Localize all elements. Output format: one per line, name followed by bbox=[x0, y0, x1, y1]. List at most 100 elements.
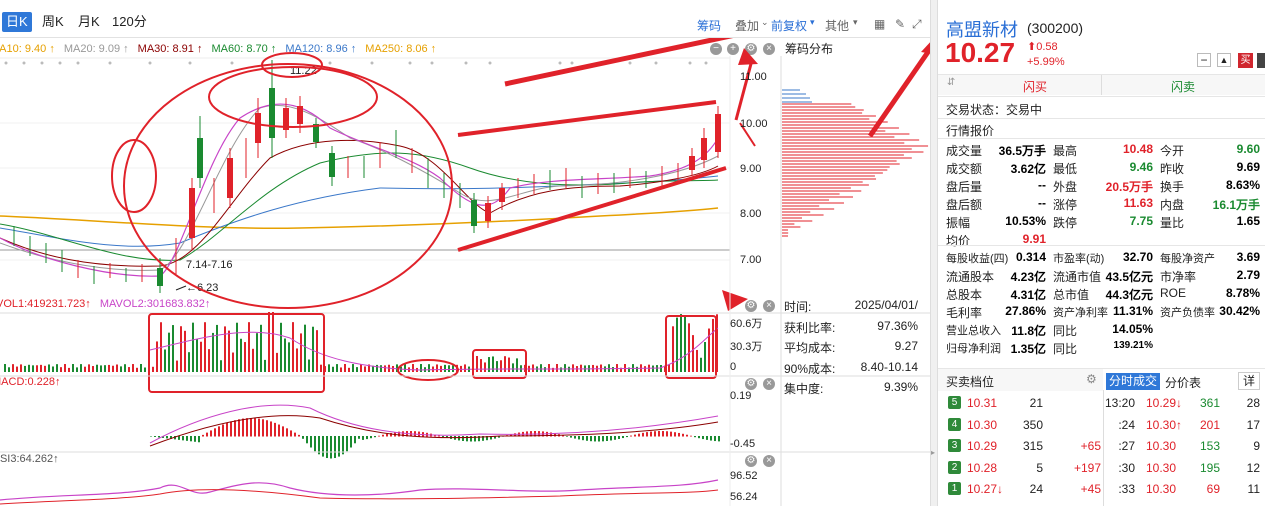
macd-bar bbox=[566, 436, 568, 437]
macd-bar bbox=[186, 436, 188, 441]
sell-button[interactable] bbox=[1257, 53, 1265, 68]
volume-bar bbox=[376, 364, 378, 372]
macd-bar bbox=[310, 436, 312, 448]
volume-bar bbox=[696, 349, 698, 372]
quote-value: 11.31% bbox=[1112, 304, 1153, 318]
close-icon[interactable]: × bbox=[763, 378, 775, 390]
macd-bar bbox=[274, 422, 276, 437]
macd-bar bbox=[698, 436, 700, 439]
minus-button[interactable]: − bbox=[1197, 53, 1211, 67]
settings-icon[interactable]: ⚙ bbox=[745, 378, 757, 390]
overlay-dropdown[interactable]: 叠加 bbox=[735, 17, 759, 34]
settings-icon[interactable]: ⚙ bbox=[1086, 372, 1097, 386]
book-price: 10.31 bbox=[967, 396, 998, 410]
quote-value: -- bbox=[1038, 196, 1046, 210]
book-volume: 5 bbox=[1036, 460, 1043, 475]
rsi-legend: RSI3:64.262↑ bbox=[0, 453, 59, 465]
quote-value: 8.78% bbox=[1225, 286, 1260, 300]
tab-1[interactable]: 周K bbox=[38, 12, 68, 32]
tick-time: 13:20 bbox=[1104, 396, 1135, 410]
volume-bar bbox=[20, 364, 22, 372]
tab-2[interactable]: 月K bbox=[74, 12, 104, 32]
settings-icon[interactable]: ⚙ bbox=[745, 300, 757, 312]
tick-row: :33 10.30 69 11 bbox=[1104, 480, 1265, 502]
macd-bar bbox=[246, 418, 248, 437]
volume-bar bbox=[272, 312, 274, 372]
close-icon[interactable]: × bbox=[763, 300, 775, 312]
price-change: ⬆0.58 bbox=[1027, 41, 1058, 53]
volume-bar bbox=[352, 364, 354, 372]
volume-bar bbox=[92, 366, 94, 372]
volume-bar bbox=[72, 364, 74, 372]
order-book-row[interactable]: 2 10.28 5 +197 bbox=[938, 459, 1103, 481]
quote-value: 7.75 bbox=[1129, 214, 1153, 228]
chouma-button[interactable]: 筹码 bbox=[697, 17, 721, 34]
volume-bar bbox=[644, 366, 646, 372]
order-book-row[interactable]: 1 10.27↓ 24 +45 bbox=[938, 480, 1103, 502]
volume-bar bbox=[280, 322, 282, 372]
tick-price: 10.29↓ bbox=[1146, 396, 1183, 410]
bell-icon[interactable]: ▲ bbox=[1217, 53, 1231, 67]
flash-buy-button[interactable]: 闪买 bbox=[1023, 78, 1047, 95]
order-book-row[interactable]: 4 10.30 350 bbox=[938, 416, 1103, 438]
macd-bar bbox=[382, 434, 384, 437]
settings-icon[interactable]: ⚙ bbox=[745, 455, 757, 467]
tick-price: 10.30 bbox=[1146, 460, 1177, 475]
volume-bar bbox=[496, 361, 498, 372]
close-icon[interactable]: × bbox=[763, 455, 775, 467]
panel-splitter[interactable]: ▸ bbox=[930, 0, 938, 506]
macd-bar bbox=[250, 418, 252, 437]
tick-row: :30 10.30 195 12 bbox=[1104, 459, 1265, 481]
macd-bar bbox=[282, 426, 284, 437]
volume-bar bbox=[612, 367, 614, 372]
volume-bar bbox=[256, 333, 258, 372]
tab-0[interactable]: 日K bbox=[2, 12, 32, 32]
tick-volume: 69 bbox=[1206, 482, 1220, 496]
tab-3[interactable]: 120分 bbox=[108, 12, 151, 32]
volume-bar bbox=[84, 366, 86, 372]
fundamentals-table: 每股收益(四) 0.314 市盈率(动) 32.70 每股净资产 3.69 流通股本 4.23… bbox=[938, 248, 1265, 356]
book-price: 10.28 bbox=[967, 460, 998, 475]
buy-button[interactable]: 买 bbox=[1238, 53, 1253, 68]
volume-bar bbox=[404, 364, 406, 372]
order-book-row[interactable]: 3 10.29 315 +65 bbox=[938, 437, 1103, 459]
detail-button[interactable]: 详 bbox=[1238, 372, 1260, 390]
macd-axis-bottom: -0.45 bbox=[730, 438, 756, 450]
tab-ticks[interactable]: 分时成交 bbox=[1106, 373, 1161, 390]
order-book-row[interactable]: 5 10.31 21 bbox=[938, 394, 1103, 416]
volume-bar bbox=[700, 357, 702, 372]
macd-bar bbox=[362, 436, 364, 440]
volume-bar bbox=[452, 365, 454, 372]
flash-sell-button[interactable]: 闪卖 bbox=[1171, 78, 1195, 95]
quote-label: 最低 bbox=[1053, 162, 1078, 176]
quote-value: -- bbox=[1038, 178, 1046, 192]
tick-list: 13:20 10.29↓ 361 28:24 10.30↑ 201 17:27 10.30 15… bbox=[1104, 394, 1265, 502]
volume-bar bbox=[136, 367, 138, 372]
volume-bar bbox=[60, 367, 62, 372]
volume-bar bbox=[220, 360, 222, 372]
quote-value: 4.31亿 bbox=[1010, 288, 1046, 302]
fullscreen-icon[interactable]: ⤢ bbox=[912, 17, 922, 32]
quote-value: 9.60 bbox=[1236, 142, 1260, 156]
grid-icon[interactable]: ▦ bbox=[874, 17, 885, 31]
macd-bar bbox=[718, 436, 720, 442]
price-axis-label: 11.00 bbox=[740, 71, 767, 83]
macd-bar bbox=[266, 420, 268, 437]
tick-time: :33 bbox=[1118, 482, 1135, 496]
other-dropdown[interactable]: 其他 bbox=[825, 17, 849, 34]
pencil-icon[interactable]: ✎ bbox=[895, 17, 905, 31]
volume-bar bbox=[248, 322, 250, 372]
volume-bar bbox=[428, 364, 430, 372]
kline-chart[interactable]: 11.22 7.14-7.16 ←6.23 11.0010.009.008.00… bbox=[0, 38, 935, 506]
tab-price-table[interactable]: 分价表 bbox=[1165, 374, 1201, 391]
macd-bar bbox=[694, 436, 696, 438]
quote-row: 振幅 10.53% 跌停 7.75 量比 1.65 bbox=[938, 212, 1265, 230]
fuquan-dropdown[interactable]: 前复权 bbox=[771, 17, 807, 34]
order-book-header: 买卖档位 ⚙ bbox=[938, 369, 1103, 391]
quote-value: 3.69 bbox=[1236, 250, 1260, 264]
volume-bar bbox=[104, 365, 106, 372]
macd-axis-top: 0.19 bbox=[730, 390, 752, 402]
quote-value: 32.70 bbox=[1122, 250, 1153, 264]
flash-trade-bar: ⇵ 闪买 闪卖 bbox=[938, 75, 1265, 95]
level-badge: 1 bbox=[948, 482, 961, 495]
